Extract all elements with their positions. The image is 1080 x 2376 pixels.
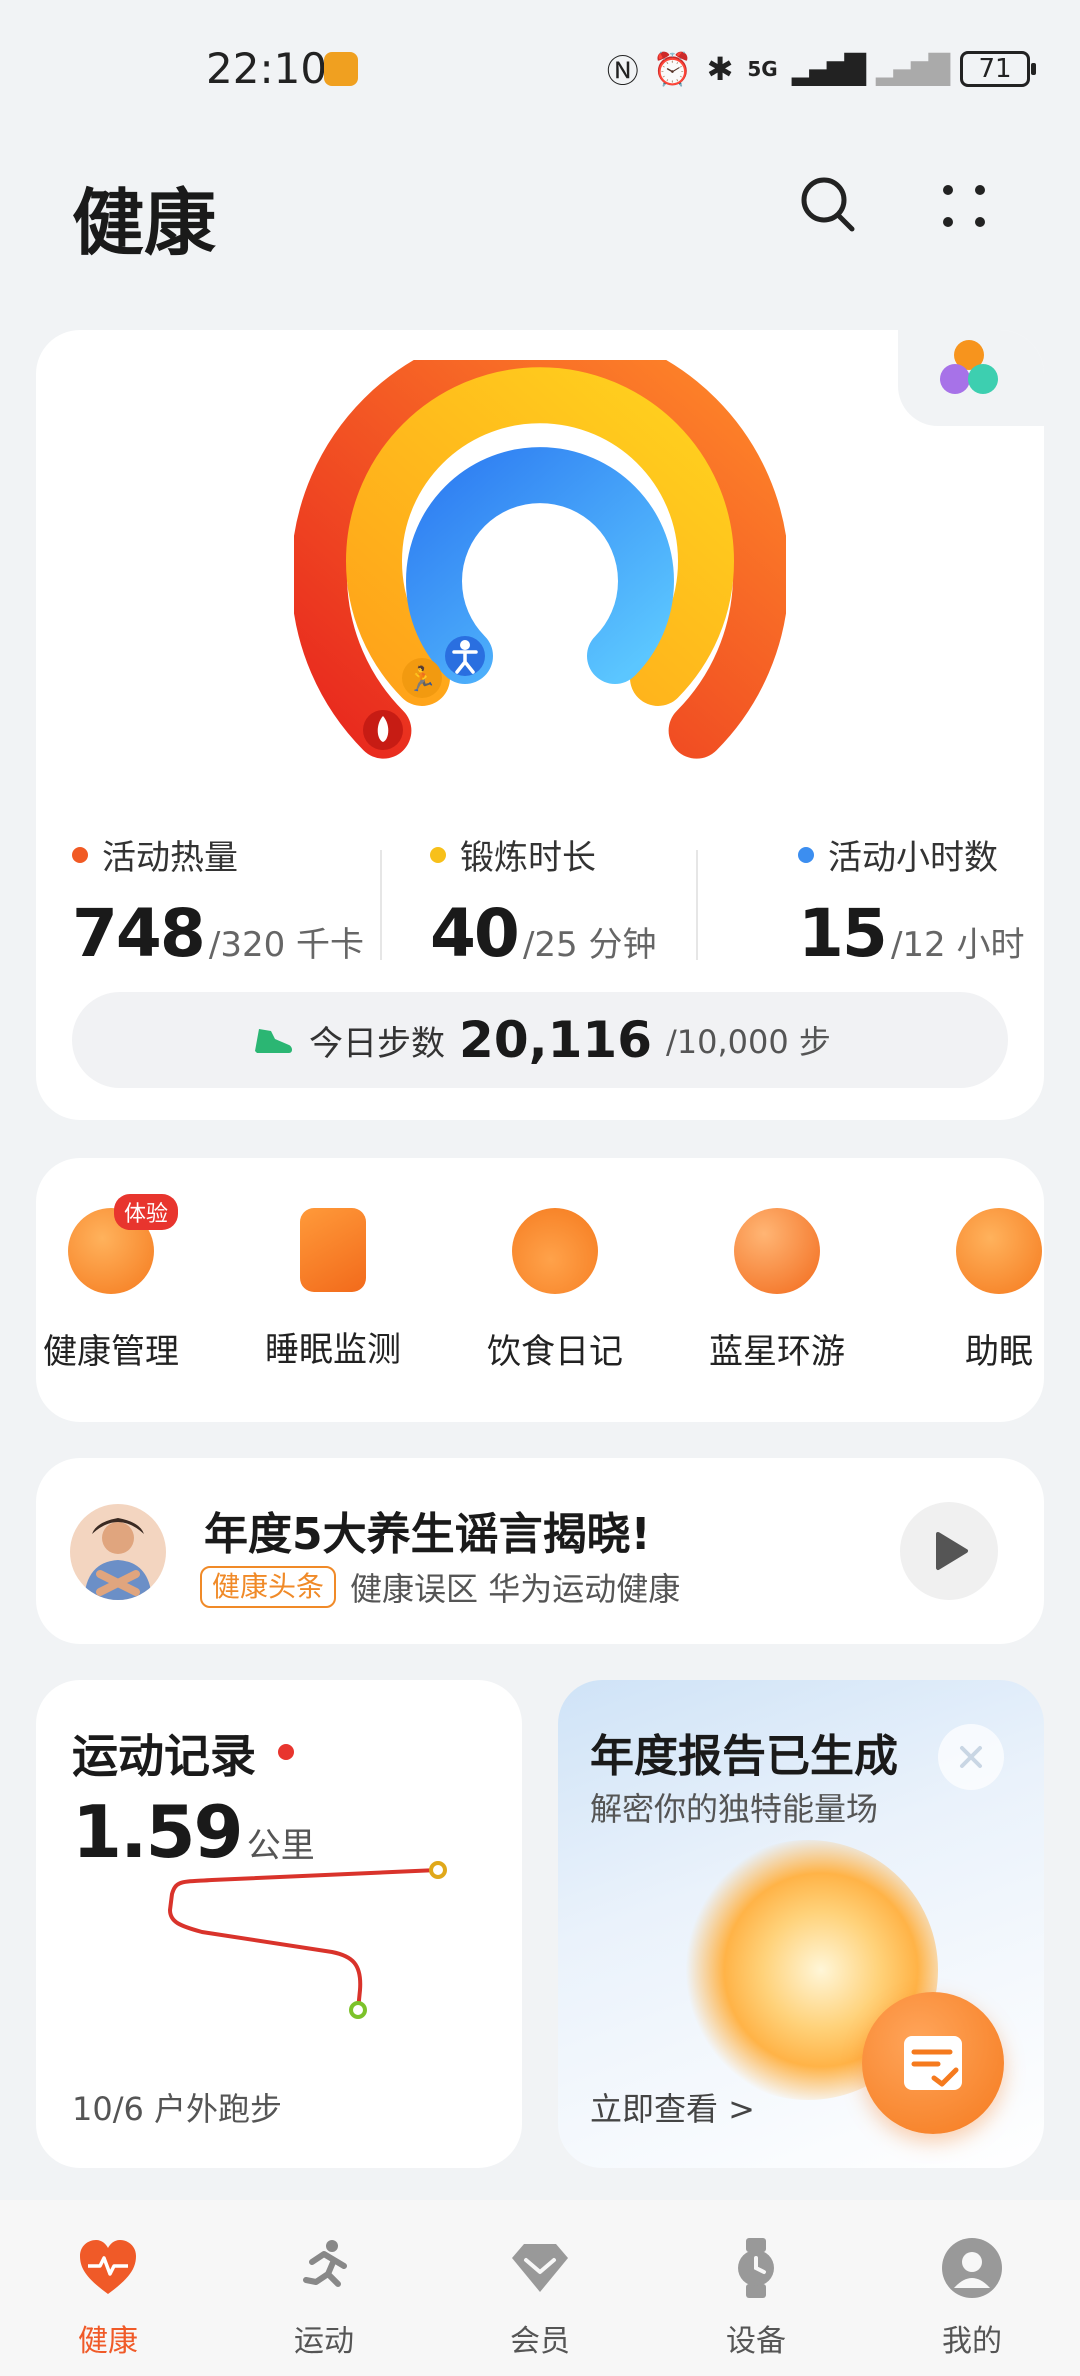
service-diet-diary[interactable]: 饮食日记 [480, 1208, 630, 1373]
report-link[interactable]: 立即查看 > [590, 2084, 755, 2130]
play-icon [936, 1532, 968, 1570]
theme-switch-button[interactable] [898, 330, 1044, 426]
nav-label: 我的 [942, 2324, 1002, 2359]
stat-hours-value: 15 [798, 895, 888, 972]
report-subtitle: 解密你的独特能量场 [590, 1790, 879, 1828]
diamond-icon [512, 2244, 568, 2292]
stat-exercise[interactable]: 锻炼时长 40 /25 分钟 [430, 830, 656, 972]
heart-icon [80, 2240, 136, 2294]
trial-badge: 体验 [114, 1194, 179, 1230]
note-check-icon [904, 2036, 962, 2090]
service-name: 蓝星环游 [709, 1332, 845, 1372]
more-icon[interactable] [934, 176, 994, 236]
notification-icon [324, 52, 358, 86]
stat-exercise-label: 锻炼时长 [460, 838, 596, 878]
nav-label: 设备 [726, 2324, 786, 2359]
stat-active-hours[interactable]: 活动小时数 15 /12 小时 [798, 830, 1024, 972]
route-map [168, 1861, 447, 2019]
running-icon [303, 2240, 347, 2287]
service-name: 睡眠监测 [265, 1330, 401, 1370]
nav-label: 运动 [294, 2324, 354, 2359]
route-start-marker [429, 1861, 447, 1879]
headline-card[interactable]: 年度5大养生谣言揭晓! 健康头条 健康误区 华为运动健康 [36, 1458, 1044, 1644]
nav-label: 会员 [510, 2324, 570, 2359]
stat-calories[interactable]: 活动热量 748 /320 千卡 [72, 830, 364, 972]
profile-icon [942, 2238, 1002, 2298]
close-button[interactable] [938, 1724, 1004, 1790]
record-footer: 10/6 户外跑步 [72, 2090, 283, 2128]
service-health-management[interactable]: 体验 健康管理 [36, 1194, 186, 1373]
page-title: 健康 [72, 181, 217, 265]
alarm-icon: ⏰ [652, 50, 693, 88]
headline-thumbnail [70, 1504, 166, 1600]
stat-hours-goal: /12 小时 [890, 925, 1025, 965]
bottom-nav: 健康 运动 会员 设备 我的 [0, 2200, 1080, 2376]
headline-tag: 健康头条 [200, 1566, 337, 1608]
signal-icon: ▂▄▆█ [791, 52, 866, 86]
report-title: 年度报告已生成 [590, 1731, 898, 1782]
food-bowl-icon [512, 1208, 598, 1294]
status-time: 22:10 [206, 44, 328, 93]
nav-me[interactable]: 我的 [902, 2236, 1042, 2360]
stat-calories-value: 748 [72, 895, 206, 972]
sleep-icon [300, 1208, 366, 1292]
search-icon[interactable] [796, 172, 860, 236]
status-bar: 22:10 Ⓝ ⏰ ✱ 5G ▂▄▆█ ▂▄▆█ 71 [0, 0, 1080, 130]
close-icon [960, 1746, 982, 1768]
battery-icon: 71 [960, 51, 1036, 87]
nav-health[interactable]: 健康 [38, 2236, 178, 2360]
activity-rings-card[interactable]: 🏃 活动热量 748 /320 千卡 锻炼时长 40 /25 分钟 活动小时数 … [36, 330, 1044, 1120]
doctor-icon: 体验 [68, 1194, 179, 1294]
stat-calories-label: 活动热量 [102, 838, 238, 878]
globe-pin-icon [734, 1208, 820, 1294]
nfc-icon: Ⓝ [606, 52, 639, 90]
service-blue-planet-tour[interactable]: 蓝星环游 [702, 1208, 852, 1373]
service-sleep-monitor[interactable]: 睡眠监测 [258, 1208, 408, 1371]
bluetooth-icon: ✱ [706, 50, 734, 88]
stat-hours-label: 活动小时数 [828, 838, 998, 878]
steps-value: 20,116 [459, 1011, 652, 1069]
notes-fab[interactable] [862, 1992, 1004, 2134]
music-note-icon [956, 1208, 1042, 1294]
play-button[interactable] [900, 1502, 998, 1600]
network-label: 5G [747, 57, 778, 81]
service-name: 饮食日记 [487, 1332, 623, 1372]
stat-divider [696, 850, 698, 960]
svg-text:🏃: 🏃 [407, 665, 437, 693]
nav-devices[interactable]: 设备 [686, 2236, 826, 2360]
record-title: 运动记录 [72, 1729, 256, 1783]
theme-dot-purple [940, 364, 970, 394]
calorie-dot [72, 846, 88, 863]
headline-title: 年度5大养生谣言揭晓! [204, 1509, 651, 1560]
steps-bar[interactable]: 今日步数 20,116/10,000 步 [72, 992, 1008, 1088]
stat-divider [380, 850, 382, 960]
shoe-icon [255, 1029, 293, 1053]
watch-icon [738, 2238, 774, 2298]
stat-exercise-goal: /25 分钟 [522, 925, 657, 965]
activity-rings: 🏃 [294, 360, 786, 759]
nav-exercise[interactable]: 运动 [254, 2236, 394, 2360]
stat-calories-goal: /320 千卡 [208, 925, 365, 965]
steps-goal: /10,000 步 [666, 1023, 831, 1061]
theme-dot-teal [968, 364, 998, 394]
steps-label: 今日步数 [309, 1023, 446, 1064]
signal-2-icon: ▂▄▆█ [875, 52, 950, 86]
service-name: 健康管理 [43, 1332, 179, 1372]
active-hours-ring [406, 447, 674, 684]
service-sleep-aid[interactable]: 助眠 [924, 1208, 1044, 1373]
nav-label: 健康 [78, 2324, 138, 2359]
exercise-dot [430, 846, 446, 863]
stat-exercise-value: 40 [430, 895, 520, 972]
route-end-marker [349, 2001, 367, 2019]
nav-membership[interactable]: 会员 [470, 2236, 610, 2360]
service-name: 助眠 [965, 1332, 1033, 1372]
exercise-record-card[interactable]: 运动记录 1.59 公里 10/6 户外跑步 [36, 1680, 522, 2168]
hours-dot [798, 846, 814, 863]
services-card: 体验 健康管理 睡眠监测 饮食日记 蓝星环游 助眠 [36, 1158, 1044, 1422]
unread-dot [278, 1744, 294, 1760]
headline-meta: 健康误区 华为运动健康 [350, 1570, 681, 1608]
